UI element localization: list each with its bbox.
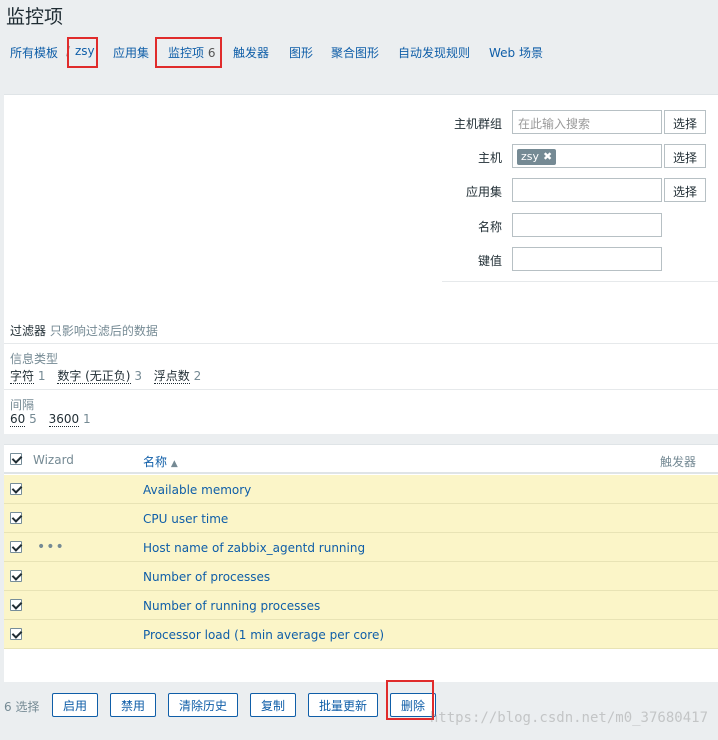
- enable-button[interactable]: 启用: [52, 693, 99, 717]
- filter-divider: [442, 281, 718, 282]
- table-row: ••• Host name of zabbix_agentd running: [4, 533, 718, 562]
- info-type-count: 3: [134, 369, 142, 383]
- nav-web[interactable]: Web 场景: [489, 44, 543, 61]
- row-checkbox[interactable]: [10, 541, 22, 553]
- row-checkbox[interactable]: [10, 512, 22, 524]
- nav-discovery[interactable]: 自动发现规则: [398, 44, 470, 61]
- table-header: Wizard 名称 ▲ 触发器: [4, 445, 718, 474]
- subfilter-info-type: 信息类型 字符 1 数字 (无正负) 3 浮点数 2: [4, 343, 718, 389]
- item-name-link[interactable]: CPU user time: [143, 512, 228, 526]
- interval-label: 间隔: [10, 398, 35, 412]
- wizard-menu-icon[interactable]: •••: [37, 539, 65, 555]
- items-table: Wizard 名称 ▲ 触发器 Available memory CPU use…: [4, 444, 718, 682]
- info-type-option[interactable]: 字符: [10, 369, 35, 384]
- item-name-link[interactable]: Host name of zabbix_agentd running: [143, 541, 365, 555]
- annotation-box-items: [155, 37, 222, 68]
- annotation-box-delete: [386, 680, 434, 720]
- remove-chip-icon[interactable]: ✖: [543, 150, 552, 163]
- subfilter-interval: 间隔 60 5 3600 1: [4, 389, 718, 434]
- host-label: 主机: [478, 151, 503, 165]
- row-checkbox[interactable]: [10, 628, 22, 640]
- interval-option[interactable]: 60: [10, 412, 26, 427]
- interval-count: 1: [82, 412, 91, 426]
- name-input[interactable]: [512, 213, 662, 237]
- nav-triggers[interactable]: 触发器: [233, 44, 269, 61]
- host-select-button[interactable]: 选择: [664, 144, 707, 168]
- item-name-link[interactable]: Number of running processes: [143, 599, 320, 613]
- item-name-link[interactable]: Processor load (1 min average per core): [143, 628, 384, 642]
- item-name-link[interactable]: Available memory: [143, 483, 251, 497]
- row-checkbox[interactable]: [10, 599, 22, 611]
- info-type-options: 字符 1 数字 (无正负) 3 浮点数 2: [10, 367, 209, 384]
- application-select-button[interactable]: 选择: [664, 178, 707, 202]
- table-row: Number of processes: [4, 562, 718, 591]
- page-title: 监控项: [6, 6, 64, 28]
- nav-screens[interactable]: 聚合图形: [331, 44, 379, 61]
- name-label: 名称: [478, 220, 503, 234]
- info-type-option[interactable]: 数字 (无正负): [57, 369, 131, 384]
- table-row: Number of running processes: [4, 591, 718, 620]
- disable-button[interactable]: 禁用: [110, 693, 157, 717]
- select-all-checkbox[interactable]: [10, 453, 22, 465]
- table-row: CPU user time: [4, 504, 718, 533]
- watermark: https://blog.csdn.net/m0_37680417: [429, 710, 708, 726]
- host-input[interactable]: zsy ✖: [512, 144, 662, 168]
- table-row: Processor load (1 min average per core): [4, 620, 718, 649]
- key-label: 键值: [478, 254, 503, 268]
- nav-all-templates[interactable]: 所有模板: [10, 44, 58, 61]
- copy-button[interactable]: 复制: [250, 693, 297, 717]
- host-chip-label: zsy: [521, 150, 540, 163]
- application-label: 应用集: [466, 185, 503, 199]
- interval-options: 60 5 3600 1: [10, 412, 99, 427]
- annotation-box-host: [67, 37, 98, 68]
- selected-count: 6 选择: [4, 700, 40, 714]
- interval-option[interactable]: 3600: [48, 412, 80, 427]
- info-type-count: 2: [193, 369, 202, 383]
- subfilter-title: 过滤器 只影响过滤后的数据: [10, 322, 158, 339]
- info-type-option[interactable]: 浮点数: [153, 369, 190, 384]
- nav-graphs[interactable]: 图形: [289, 44, 313, 61]
- sort-asc-icon: ▲: [170, 459, 178, 469]
- host-group-input[interactable]: 在此输入搜索: [512, 110, 662, 134]
- col-name-label: 名称: [143, 455, 168, 469]
- table-row: Available memory: [4, 475, 718, 504]
- col-wizard: Wizard: [33, 453, 74, 467]
- row-checkbox[interactable]: [10, 483, 22, 495]
- host-group-label: 主机群组: [454, 117, 503, 131]
- mass-update-button[interactable]: 批量更新: [308, 693, 379, 717]
- row-checkbox[interactable]: [10, 570, 22, 582]
- item-name-link[interactable]: Number of processes: [143, 570, 270, 584]
- subfilter-hint: 只影响过滤后的数据: [49, 324, 158, 338]
- col-name[interactable]: 名称 ▲: [143, 453, 178, 470]
- key-input[interactable]: [512, 247, 662, 271]
- nav-applications[interactable]: 应用集: [113, 44, 149, 61]
- interval-count: 5: [29, 412, 37, 426]
- application-input[interactable]: [512, 178, 662, 202]
- host-group-select-button[interactable]: 选择: [664, 110, 707, 134]
- info-type-count: 1: [37, 369, 46, 383]
- clear-history-button[interactable]: 清除历史: [168, 693, 239, 717]
- host-chip: zsy ✖: [517, 149, 557, 165]
- info-type-label: 信息类型: [10, 352, 59, 366]
- col-triggers: 触发器: [660, 455, 697, 469]
- subfilter-title-label: 过滤器: [10, 324, 47, 338]
- breadcrumb-nav: 所有模板 / zsy 应用集 监控项 6 触发器 图形 聚合图形 自动发现规则 …: [0, 34, 718, 68]
